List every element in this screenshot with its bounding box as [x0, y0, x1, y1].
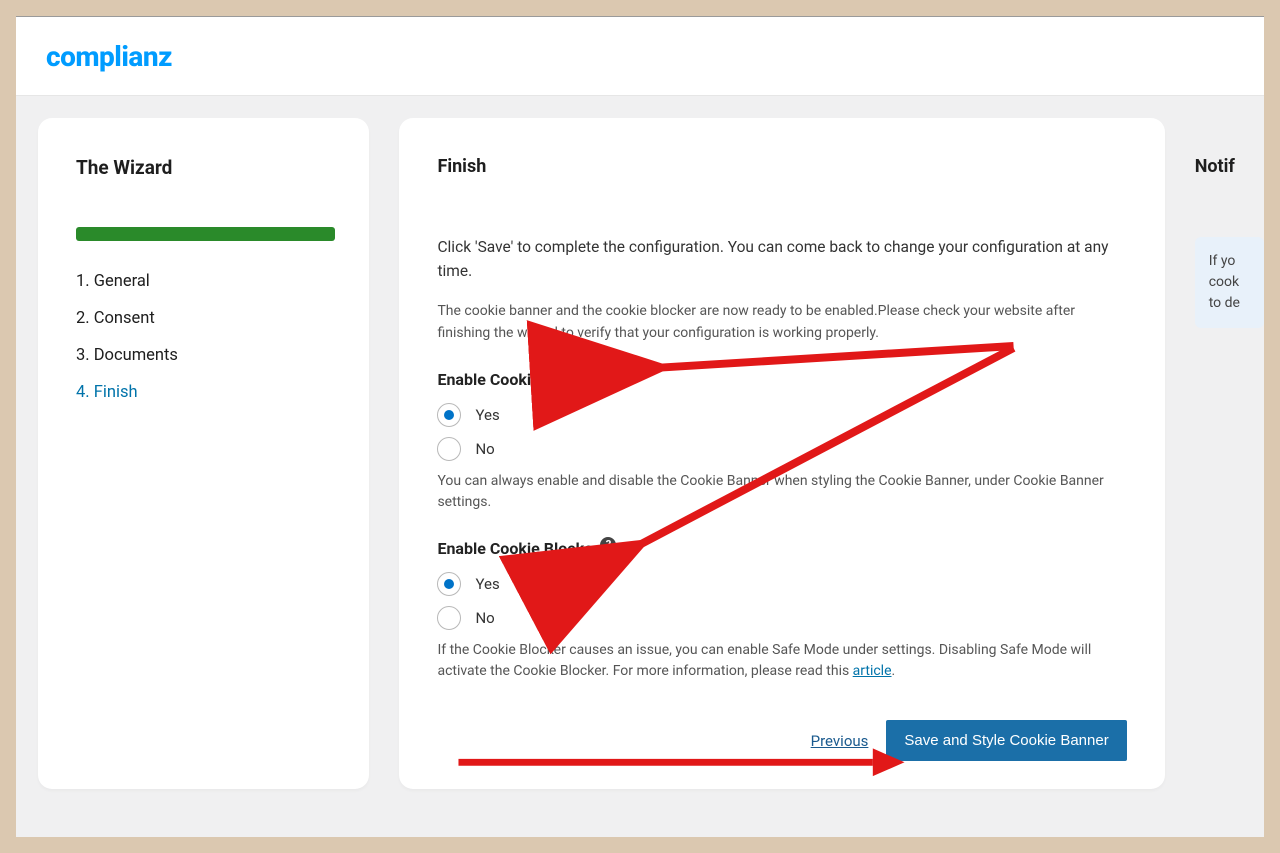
progress-bar [76, 227, 335, 241]
notifications-panel: Notif If yo cook to de [1195, 118, 1264, 789]
previous-link[interactable]: Previous [811, 732, 869, 750]
radio-label-no: No [475, 609, 494, 627]
article-link[interactable]: article [853, 663, 892, 679]
cookie-blocker-label: Enable Cookie Blocker ? [437, 539, 616, 558]
notifications-title: Notif [1195, 156, 1264, 177]
cookie-blocker-yes-row[interactable]: Yes [437, 572, 1126, 596]
sidebar-title: The Wizard [76, 156, 335, 179]
cookie-blocker-no-row[interactable]: No [437, 606, 1126, 630]
brand-logo: complianz [46, 40, 172, 73]
wizard-sidebar: The Wizard 1. General 2. Consent 3. Docu… [38, 118, 369, 789]
step-finish[interactable]: 4. Finish [76, 374, 335, 411]
cookie-banner-label-text: Enable Cookie Banner [437, 370, 595, 389]
hint-pre: If the Cookie Blocker causes an issue, y… [437, 642, 1091, 679]
cookie-banner-no-row[interactable]: No [437, 437, 1126, 461]
radio-icon [437, 403, 461, 427]
radio-label-no: No [475, 440, 494, 458]
radio-icon [437, 572, 461, 596]
help-icon[interactable]: ? [600, 537, 616, 553]
radio-label-yes: Yes [475, 575, 499, 593]
save-button[interactable]: Save and Style Cookie Banner [886, 720, 1126, 761]
notif-line: If yo [1209, 251, 1264, 272]
step-consent[interactable]: 2. Consent [76, 300, 335, 337]
help-icon[interactable]: ? [597, 368, 613, 384]
cookie-banner-yes-row[interactable]: Yes [437, 403, 1126, 427]
step-documents[interactable]: 3. Documents [76, 337, 335, 374]
action-row: Previous Save and Style Cookie Banner [437, 720, 1126, 761]
wizard-steps: 1. General 2. Consent 3. Documents 4. Fi… [76, 263, 335, 411]
cookie-banner-label: Enable Cookie Banner ? [437, 370, 613, 389]
field-cookie-blocker: Enable Cookie Blocker ? Yes No If the Co… [437, 539, 1126, 682]
cookie-blocker-label-text: Enable Cookie Blocker [437, 539, 598, 558]
header: complianz [16, 16, 1264, 96]
step-general[interactable]: 1. General [76, 263, 335, 300]
hint-post: . [892, 663, 896, 679]
notif-line: cook [1209, 272, 1264, 293]
notif-line: to de [1209, 293, 1264, 314]
page-title: Finish [437, 156, 1126, 177]
wizard-main: Finish Click 'Save' to complete the conf… [399, 118, 1164, 789]
cookie-blocker-hint: If the Cookie Blocker causes an issue, y… [437, 640, 1126, 682]
intro-text: Click 'Save' to complete the configurati… [437, 235, 1126, 283]
field-cookie-banner: Enable Cookie Banner ? Yes No You can al… [437, 370, 1126, 513]
radio-icon [437, 437, 461, 461]
radio-icon [437, 606, 461, 630]
description-text: The cookie banner and the cookie blocker… [437, 301, 1126, 344]
radio-label-yes: Yes [475, 406, 499, 424]
notification-item: If yo cook to de [1195, 237, 1264, 328]
cookie-banner-hint: You can always enable and disable the Co… [437, 471, 1126, 513]
